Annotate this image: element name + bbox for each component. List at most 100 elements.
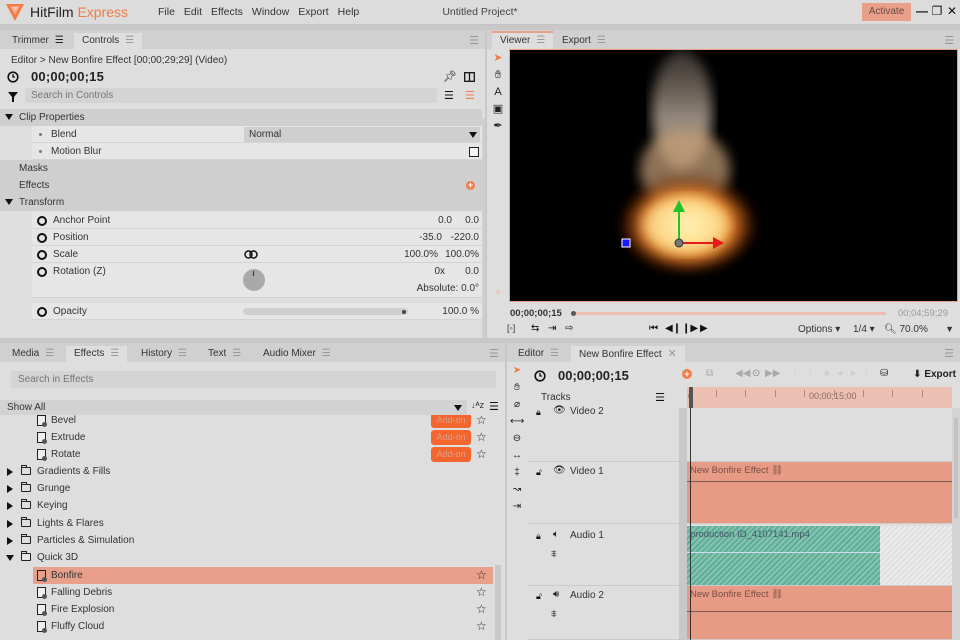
minimize-button[interactable]: — xyxy=(915,3,929,19)
clip-new-bonfire-effect-video[interactable]: New Bonfire Effect ⛓︎ xyxy=(687,462,952,523)
tab-menu-icon[interactable]: ☰ xyxy=(550,346,559,362)
preset-item-fire-explosion[interactable]: Fire Explosion ☆ xyxy=(0,601,493,618)
step-back-icon[interactable]: ◀❙ xyxy=(665,323,681,334)
link-icon[interactable] xyxy=(244,250,258,259)
marker-icon[interactable]: ▸ xyxy=(851,368,856,379)
effect-item-bevel[interactable]: Bevel Add-on ☆ xyxy=(0,415,493,429)
viewer-current-time[interactable]: 00;00;00;15 xyxy=(510,308,562,319)
favorite-star-icon[interactable]: ☆ xyxy=(476,618,487,635)
tab-trimmer[interactable]: Trimmer ☰ xyxy=(4,33,72,49)
tab-menu-icon[interactable]: ☰ xyxy=(45,346,54,362)
section-transform[interactable]: Transform xyxy=(0,194,482,211)
favorite-star-icon[interactable]: ☆ xyxy=(476,584,487,601)
menu-file[interactable]: File xyxy=(158,6,175,18)
tab-menu-icon[interactable]: ☰ xyxy=(178,346,187,362)
eye-icon[interactable]: 👁︎ xyxy=(553,405,566,416)
tab-effects[interactable]: Effects ☰ xyxy=(66,346,128,362)
section-clip-properties[interactable]: Clip Properties xyxy=(0,109,482,126)
lock-open-icon[interactable]: 🔓︎ xyxy=(536,591,542,602)
ripple-tool-icon[interactable]: ↔ xyxy=(510,449,524,463)
favorite-star-icon[interactable]: ☆ xyxy=(476,429,487,446)
timeline-ruler[interactable]: 0 00;00;15;00 xyxy=(687,387,952,408)
text-tool-icon[interactable]: A xyxy=(490,85,506,99)
tab-new-bonfire-effect[interactable]: New Bonfire Effect ✕ xyxy=(571,346,685,362)
anchor-y-value[interactable]: 0.0 xyxy=(465,212,479,229)
panel-menu-icon[interactable]: ☰ xyxy=(489,347,499,360)
tab-audio-mixer[interactable]: Audio Mixer ☰ xyxy=(255,346,339,362)
expand-arrow-icon[interactable] xyxy=(7,537,13,545)
opacity-slider[interactable] xyxy=(243,308,408,315)
lock-closed-icon[interactable]: 🔒︎ xyxy=(536,407,541,418)
marker-icon[interactable]: ⁞ xyxy=(794,368,797,379)
collapse-arrow-icon[interactable] xyxy=(5,199,13,205)
waveform-toggle-icon[interactable]: ⩨ xyxy=(551,549,557,560)
detail-list-icon[interactable]: ☰ xyxy=(465,89,475,102)
expand-arrow-icon[interactable] xyxy=(7,485,13,493)
menu-help[interactable]: Help xyxy=(338,6,360,18)
opacity-slider-handle[interactable] xyxy=(402,309,406,314)
folder-lights-flares[interactable]: Lights & Flares xyxy=(0,515,493,532)
keyframe-toggle-icon[interactable] xyxy=(37,233,47,243)
add-keyframe-icon[interactable]: ⊙ xyxy=(752,368,760,379)
roll-tool-icon[interactable]: ‡ xyxy=(510,466,524,480)
make-composite-icon[interactable]: ⧉ xyxy=(706,368,713,379)
folder-particles-simulation[interactable]: Particles & Simulation xyxy=(0,532,493,549)
motion-blur-checkbox[interactable] xyxy=(469,147,479,157)
path-points-icon[interactable]: ⁘ xyxy=(490,285,506,299)
panel-menu-icon[interactable]: ☰ xyxy=(469,34,479,47)
addon-badge[interactable]: Add-on xyxy=(431,447,471,462)
effect-item-rotate[interactable]: Rotate Add-on ☆ xyxy=(0,446,493,463)
next-keyframe-icon[interactable]: ▶▶ xyxy=(765,368,780,379)
viewer-zoom[interactable]: 🔍︎ 70.0% xyxy=(884,324,928,335)
marker-icon[interactable]: ◂ xyxy=(837,368,842,379)
tab-media[interactable]: Media ☰ xyxy=(4,346,62,362)
tab-menu-icon[interactable]: ☰ xyxy=(125,33,134,49)
keyframe-toggle-icon[interactable] xyxy=(37,267,47,277)
scrollbar-thumb[interactable] xyxy=(954,418,958,518)
panel-menu-icon[interactable]: ☰ xyxy=(944,34,954,47)
track-select-tool-icon[interactable]: ⇥ xyxy=(510,500,524,514)
expand-arrow-icon[interactable] xyxy=(7,502,13,510)
viewer-options-dropdown[interactable]: Options ▾ xyxy=(798,324,840,335)
slide-tool-icon[interactable]: ⊖ xyxy=(510,432,524,446)
position-y-value[interactable]: -220.0 xyxy=(451,229,479,246)
lock-open-icon[interactable]: 🔓︎ xyxy=(536,467,542,478)
hand-tool-icon[interactable]: ✋︎ xyxy=(490,68,506,82)
insert-icon[interactable]: ⇥ xyxy=(548,323,556,334)
render-cache-icon[interactable]: ⛁ xyxy=(880,368,888,379)
menu-export[interactable]: Export xyxy=(298,6,328,18)
tab-menu-icon[interactable]: ☰ xyxy=(597,33,606,49)
marker-icon[interactable]: ◈ xyxy=(823,368,831,379)
tab-text[interactable]: Text ☰ xyxy=(200,346,249,362)
controls-scrollbar[interactable] xyxy=(482,118,485,338)
close-tab-icon[interactable]: ✕ xyxy=(668,346,677,362)
clip-audio-production-id[interactable]: production ID_4107141.mp4 xyxy=(687,526,880,585)
menu-edit[interactable]: Edit xyxy=(184,6,202,18)
speaker-icon[interactable]: 🔊︎ xyxy=(553,589,559,600)
lock-closed-icon[interactable]: 🔒︎ xyxy=(536,531,541,542)
rotation-dial[interactable] xyxy=(243,269,265,291)
rotation-degrees-value[interactable]: 0.0 xyxy=(465,263,479,280)
speaker-icon[interactable]: 🔈︎ xyxy=(553,529,559,540)
anchor-point-handle[interactable] xyxy=(621,238,631,248)
section-masks[interactable]: Masks xyxy=(0,160,482,177)
slip-tool-icon[interactable]: ⟷ xyxy=(510,415,524,429)
viewer-canvas[interactable] xyxy=(509,49,958,302)
pen-tool-icon[interactable]: ✒︎ xyxy=(490,119,506,133)
tab-history[interactable]: History ☰ xyxy=(133,346,195,362)
expand-arrow-icon[interactable] xyxy=(7,468,13,476)
tab-menu-icon[interactable]: ☰ xyxy=(536,33,545,49)
tab-menu-icon[interactable]: ☰ xyxy=(55,33,64,49)
expand-arrow-icon[interactable] xyxy=(7,520,13,528)
select-tool-icon[interactable]: ➤ xyxy=(490,51,506,65)
effect-item-extrude[interactable]: Extrude Add-on ☆ xyxy=(0,429,493,446)
pin-icon[interactable]: 📌︎ xyxy=(443,70,457,83)
keyframe-toggle-icon[interactable] xyxy=(37,250,47,260)
keyframe-toggle-icon[interactable] xyxy=(37,307,47,317)
track-video-2[interactable] xyxy=(687,408,952,462)
split-view-icon[interactable] xyxy=(464,72,475,82)
folder-gradients-fills[interactable]: Gradients & Fills xyxy=(0,463,493,480)
position-x-value[interactable]: -35.0 xyxy=(419,229,442,246)
razor-tool-icon[interactable]: ⌀ xyxy=(510,398,524,412)
menu-effects[interactable]: Effects xyxy=(211,6,243,18)
